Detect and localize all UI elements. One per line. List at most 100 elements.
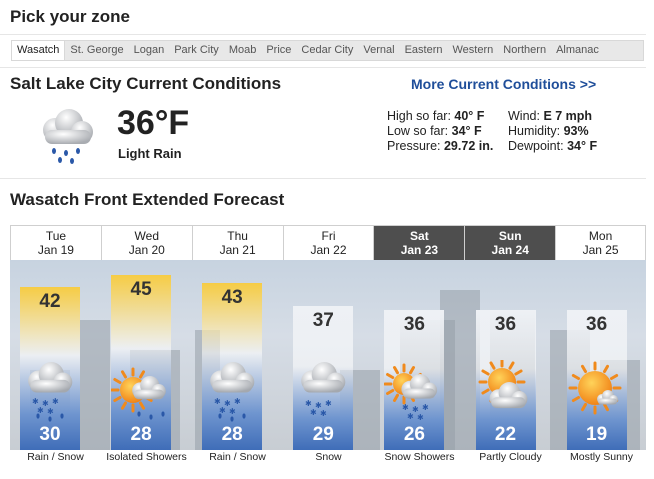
high-so-far: High so far: 40° F bbox=[387, 109, 485, 123]
zone-tabs: Wasatch St. George Logan Park City Moab Price… bbox=[11, 40, 644, 61]
forecast-day-column: 36 19 bbox=[566, 310, 627, 450]
city-skyline-background: 42 ✱ ✱ ✱ ✱ ✱ 30 45 28 43 ✱ ✱ ✱ ✱ ✱ 28 37… bbox=[10, 260, 646, 450]
forecast-condition-label: Snow bbox=[315, 451, 342, 463]
current-temperature: 36°F bbox=[117, 104, 190, 142]
forecast-day-column: 37 ✱ ✱ ✱ ✱ ✱ 29 bbox=[293, 306, 354, 450]
pressure: Pressure: 29.72 in. bbox=[387, 139, 494, 153]
high-temperature: 45 bbox=[130, 279, 152, 300]
forecast-day-header: Tue Jan 19 bbox=[10, 226, 101, 261]
forecast-condition-label: Partly Cloudy bbox=[479, 451, 542, 463]
high-temperature: 43 bbox=[221, 286, 243, 308]
high-temperature: 37 bbox=[312, 310, 334, 332]
current-condition: Light Rain bbox=[118, 146, 182, 161]
zone-tab-northern[interactable]: Northern bbox=[498, 41, 551, 60]
zone-tab-almanac[interactable]: Almanac bbox=[551, 41, 604, 60]
forecast-date: Jan 23 bbox=[400, 243, 439, 257]
skyline-building bbox=[440, 290, 480, 450]
zone-tab-cedar-city[interactable]: Cedar City bbox=[296, 41, 358, 60]
svg-text:✱: ✱ bbox=[234, 397, 241, 406]
zone-tab-eastern[interactable]: Eastern bbox=[400, 41, 448, 60]
low-temperature: 26 bbox=[403, 424, 425, 445]
day-of-week: Sun bbox=[498, 229, 522, 243]
snow-icon: ✱ ✱ ✱ ✱ ✱ bbox=[293, 360, 353, 422]
forecast-day-header: Mon Jan 25 bbox=[555, 226, 647, 261]
forecast-condition-label: Rain / Snow bbox=[27, 451, 84, 463]
day-of-week: Mon bbox=[588, 229, 613, 243]
rain-snow-icon: ✱ ✱ ✱ ✱ ✱ bbox=[202, 360, 262, 422]
high-temperature: 36 bbox=[494, 314, 517, 335]
zone-tab-park-city[interactable]: Park City bbox=[169, 41, 224, 60]
svg-text:✱: ✱ bbox=[305, 399, 312, 408]
high-temperature: 42 bbox=[39, 290, 61, 312]
forecast-date: Jan 24 bbox=[491, 243, 529, 257]
current-conditions-title: Salt Lake City Current Conditions bbox=[10, 74, 282, 93]
rain-snow-icon: ✱ ✱ ✱ ✱ ✱ bbox=[20, 360, 80, 422]
forecast-day-column: 45 28 bbox=[110, 275, 172, 450]
sun-showers-icon bbox=[110, 360, 171, 422]
forecast-condition-label: Rain / Snow bbox=[209, 451, 266, 463]
partly-cloudy-icon bbox=[476, 358, 536, 422]
zone-tab-logan[interactable]: Logan bbox=[129, 41, 170, 60]
svg-text:✱: ✱ bbox=[229, 407, 236, 416]
forecast-day-header: Sat Jan 23 bbox=[373, 226, 465, 261]
low-temperature: 28 bbox=[130, 424, 152, 445]
forecast-condition-label: Snow Showers bbox=[384, 451, 455, 463]
page-title: Pick your zone bbox=[10, 7, 130, 26]
svg-text:✱: ✱ bbox=[407, 412, 414, 421]
forecast-day-headers: Tue Jan 19 Wed Jan 20 Thu Jan 21 Fri Jan 22… bbox=[10, 225, 647, 261]
svg-text:✱: ✱ bbox=[422, 403, 429, 412]
high-temperature: 36 bbox=[586, 314, 608, 335]
zone-tab-wasatch[interactable]: Wasatch bbox=[12, 41, 66, 60]
forecast-title: Wasatch Front Extended Forecast bbox=[10, 190, 285, 209]
mostly-sunny-icon bbox=[567, 360, 627, 422]
zone-tab-vernal[interactable]: Vernal bbox=[358, 41, 399, 60]
day-of-week: Fri bbox=[321, 229, 336, 243]
svg-text:✱: ✱ bbox=[417, 413, 424, 422]
divider bbox=[0, 178, 646, 179]
skyline-building bbox=[80, 320, 110, 450]
dewpoint: Dewpoint: 34° F bbox=[508, 139, 598, 153]
divider bbox=[0, 34, 646, 35]
svg-text:✱: ✱ bbox=[47, 407, 54, 416]
day-of-week: Thu bbox=[227, 229, 248, 243]
forecast-date: Jan 25 bbox=[582, 243, 619, 257]
forecast-day-column: 36 ✱ ✱ ✱ ✱ ✱ 26 bbox=[383, 310, 445, 450]
svg-text:✱: ✱ bbox=[32, 397, 39, 406]
extended-forecast: Tue Jan 19 Wed Jan 20 Thu Jan 21 Fri Jan 22… bbox=[10, 225, 647, 469]
humidity: Humidity: 93% bbox=[508, 124, 589, 138]
forecast-day-header: Fri Jan 22 bbox=[282, 226, 374, 261]
sun-snow-showers-icon: ✱ ✱ ✱ ✱ ✱ bbox=[383, 360, 444, 422]
forecast-day-header: Wed Jan 20 bbox=[100, 226, 192, 261]
svg-text:✱: ✱ bbox=[325, 399, 332, 408]
zone-tab-moab[interactable]: Moab bbox=[224, 41, 262, 60]
svg-text:✱: ✱ bbox=[52, 397, 59, 406]
forecast-date: Jan 21 bbox=[219, 243, 256, 257]
high-temperature: 36 bbox=[403, 314, 425, 335]
forecast-day-column: 36 22 bbox=[475, 310, 536, 450]
forecast-date: Jan 20 bbox=[128, 243, 165, 257]
divider bbox=[0, 67, 646, 68]
day-of-week: Wed bbox=[134, 229, 160, 243]
low-temperature: 30 bbox=[39, 424, 61, 445]
rain-cloud-icon bbox=[33, 104, 97, 166]
svg-text:✱: ✱ bbox=[402, 403, 409, 412]
forecast-condition-label: Isolated Showers bbox=[106, 451, 187, 463]
low-so-far: Low so far: 34° F bbox=[387, 124, 482, 138]
svg-text:✱: ✱ bbox=[310, 408, 317, 417]
low-temperature: 22 bbox=[494, 424, 517, 445]
more-current-conditions-link[interactable]: More Current Conditions >> bbox=[411, 76, 596, 92]
forecast-date: Jan 22 bbox=[310, 243, 347, 257]
day-of-week: Sat bbox=[410, 229, 429, 243]
forecast-condition-label: Mostly Sunny bbox=[569, 451, 634, 463]
zone-tab-st-george[interactable]: St. George bbox=[65, 41, 128, 60]
forecast-day-header: Sun Jan 24 bbox=[464, 226, 556, 261]
forecast-day-column: 43 ✱ ✱ ✱ ✱ ✱ 28 bbox=[202, 282, 263, 450]
svg-text:✱: ✱ bbox=[320, 409, 327, 418]
zone-tab-price[interactable]: Price bbox=[261, 41, 296, 60]
zone-tab-western[interactable]: Western bbox=[448, 41, 499, 60]
low-temperature: 29 bbox=[312, 424, 334, 445]
forecast-date: Jan 19 bbox=[37, 243, 74, 257]
low-temperature: 28 bbox=[221, 424, 243, 445]
forecast-day-header: Thu Jan 21 bbox=[191, 226, 283, 261]
low-temperature: 19 bbox=[586, 424, 608, 445]
